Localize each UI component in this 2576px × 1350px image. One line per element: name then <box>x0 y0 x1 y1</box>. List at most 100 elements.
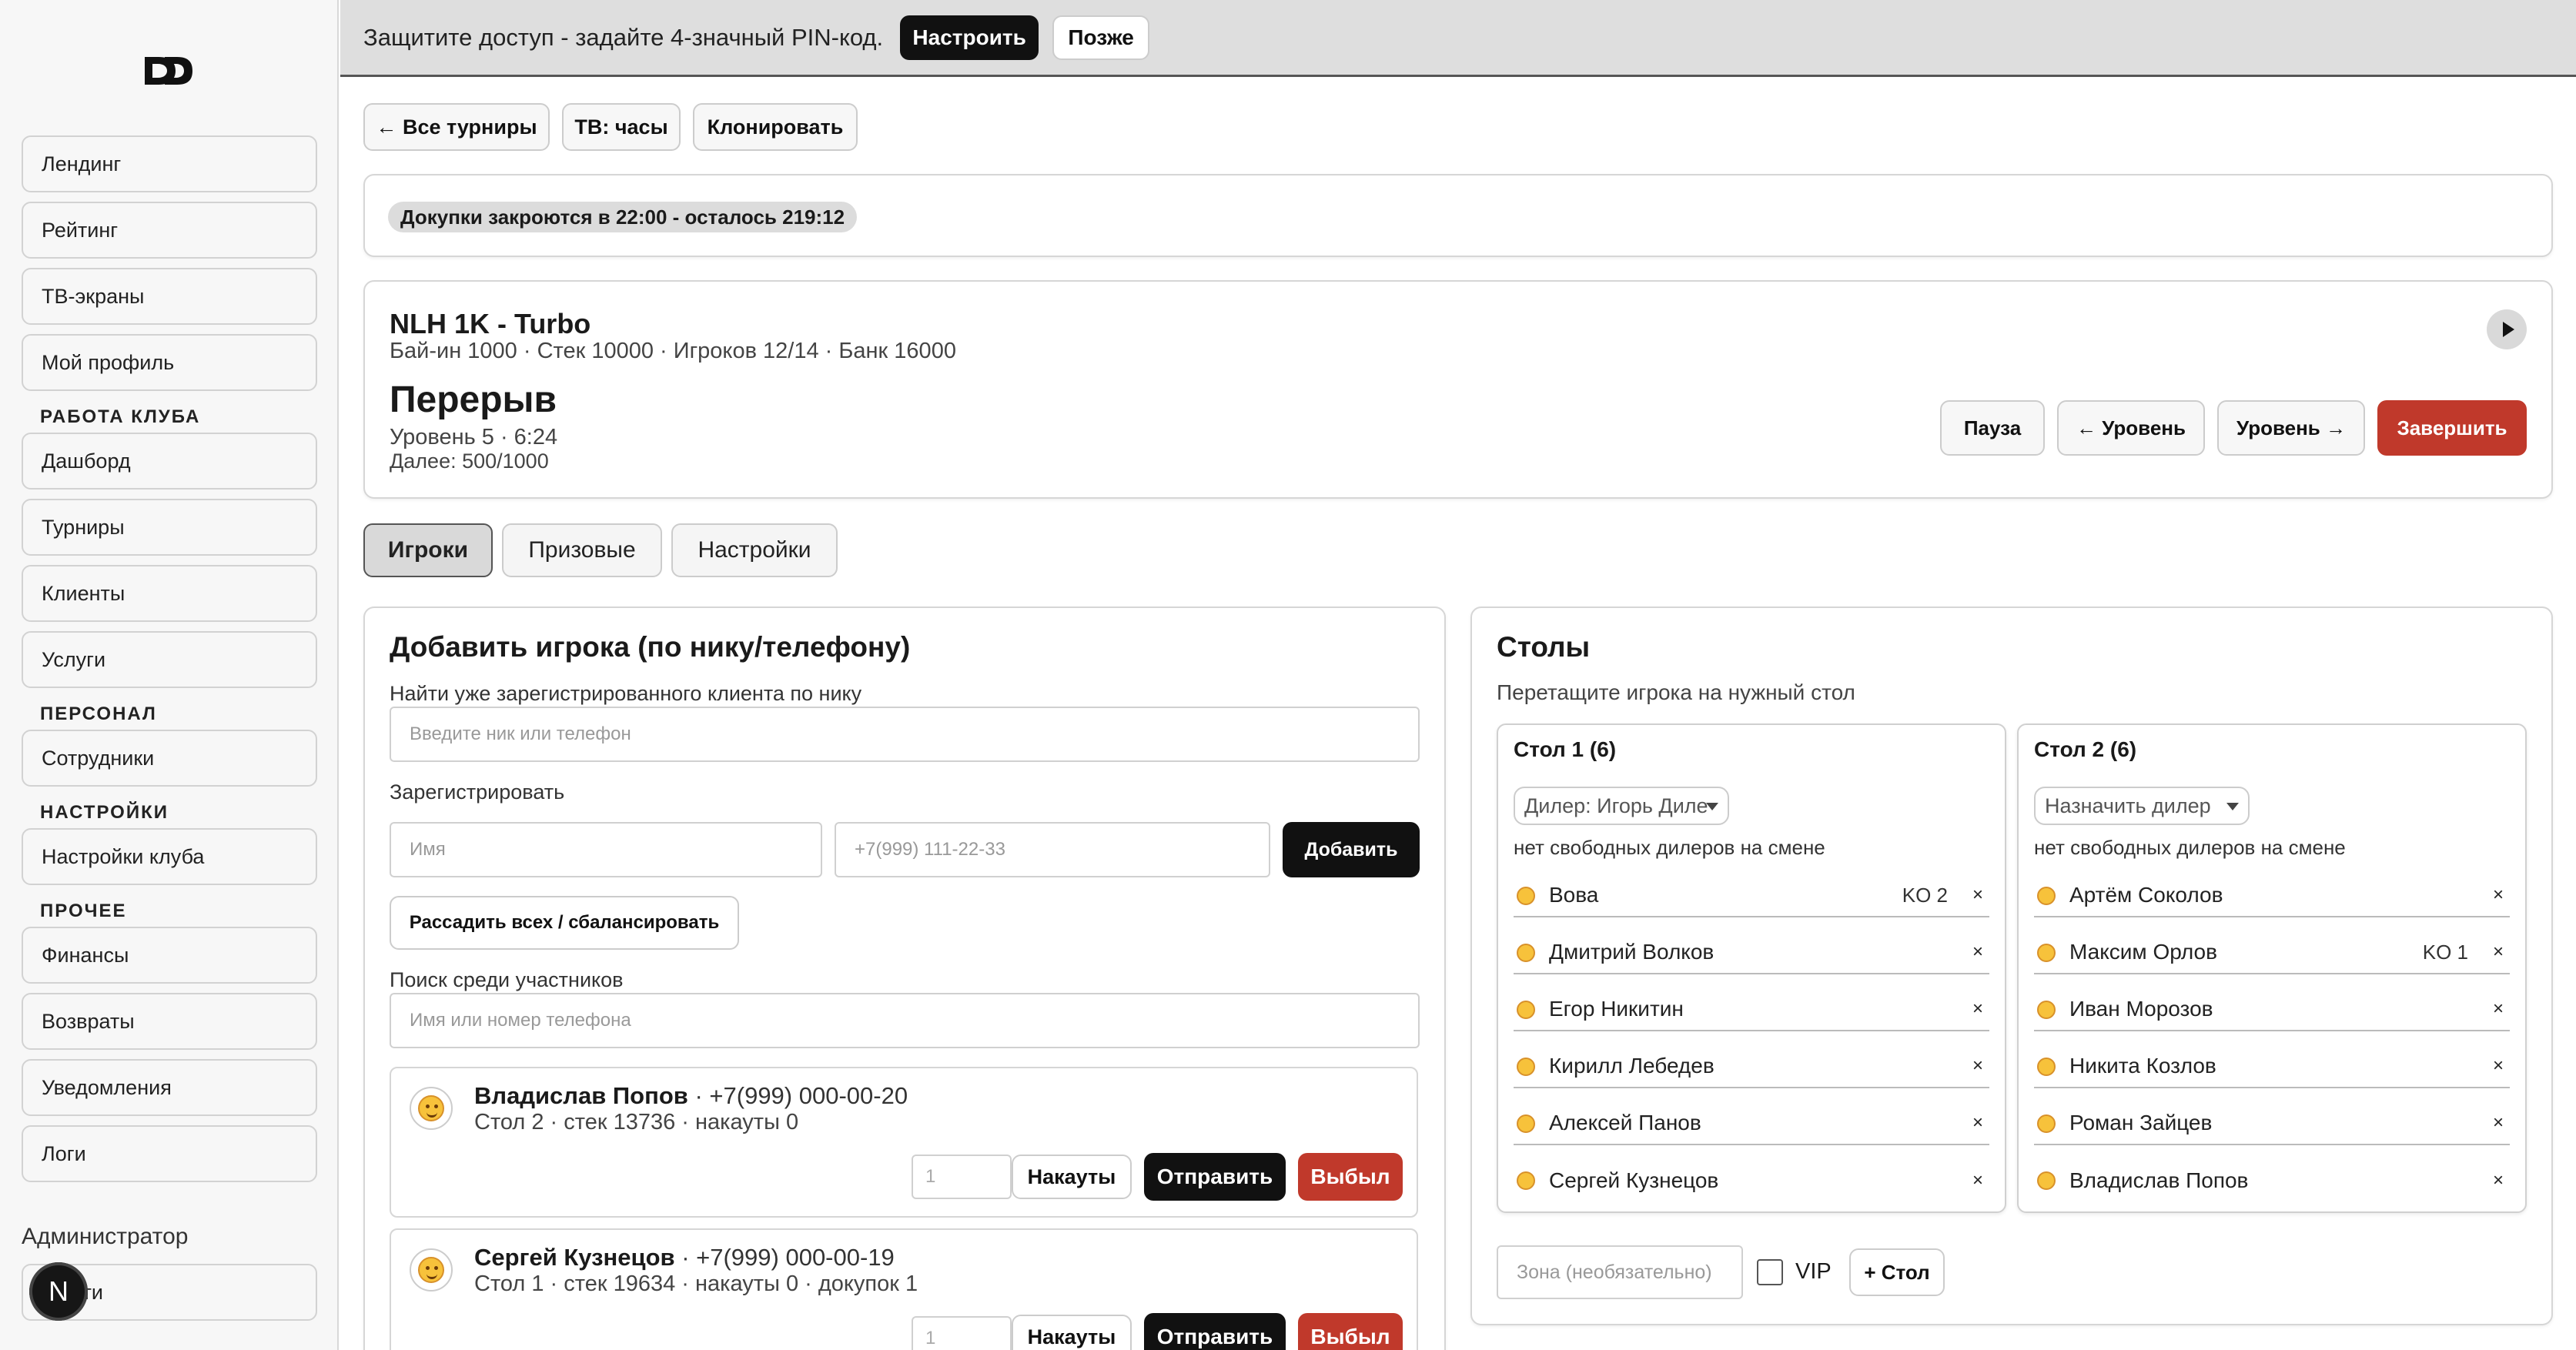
next-level-button[interactable]: Уровень → <box>2217 400 2365 456</box>
smile-icon <box>1517 1171 1535 1190</box>
table-player-name: Сергей Кузнецов <box>1549 1168 1719 1192</box>
pause-button[interactable]: Пауза <box>1940 400 2045 456</box>
sidebar-item-clients[interactable]: Клиенты <box>22 565 317 622</box>
app-root: Лендинг Рейтинг ТВ-экраны Мой профиль РА… <box>0 0 2576 1350</box>
play-icon[interactable] <box>2487 309 2527 349</box>
knockouts-button[interactable]: Накауты <box>1012 1155 1132 1199</box>
send-button[interactable]: Отправить <box>1144 1313 1286 1350</box>
sidebar-item-tv-screens[interactable]: ТВ-экраны <box>22 268 317 325</box>
table-card-1[interactable]: Стол 1 (6) Дилер: Игорь Диле нет свободн… <box>1497 723 2006 1213</box>
tournament-next-level: Далее: 500/1000 <box>390 449 549 473</box>
pin-setup-button[interactable]: Настроить <box>900 15 1039 60</box>
pin-later-button[interactable]: Позже <box>1052 15 1150 60</box>
remove-icon[interactable]: × <box>1972 1055 1983 1077</box>
dealer-select[interactable]: Дилер: Игорь Диле <box>1514 787 1729 825</box>
remove-icon[interactable]: × <box>1972 884 1983 906</box>
rebuy-info-badge: Докупки закроются в 22:00 - осталось 219… <box>388 202 858 232</box>
remove-icon[interactable]: × <box>1972 941 1983 963</box>
table-player-row[interactable]: Егор Никитин × <box>1514 988 1989 1031</box>
logo-icon[interactable] <box>143 54 194 88</box>
tab-players[interactable]: Игроки <box>363 523 493 577</box>
add-table-button[interactable]: + Стол <box>1849 1248 1945 1296</box>
table-player-row[interactable]: Максим Орлов KO 1 × <box>2034 931 2510 974</box>
chevron-down-icon <box>2226 803 2239 810</box>
add-player-button[interactable]: Добавить <box>1283 822 1420 877</box>
prev-level-button[interactable]: ← Уровень <box>2057 400 2205 456</box>
sidebar-item-rating[interactable]: Рейтинг <box>22 202 317 259</box>
avatar[interactable]: N <box>29 1262 88 1321</box>
sidebar-item-finance[interactable]: Финансы <box>22 927 317 984</box>
sidebar-section-staff: ПЕРСОНАЛ <box>40 703 157 724</box>
send-button[interactable]: Отправить <box>1144 1153 1286 1201</box>
remove-icon[interactable]: × <box>1972 998 1983 1020</box>
remove-icon[interactable]: × <box>2493 1055 2504 1077</box>
knockout-qty-input[interactable]: 1 <box>912 1155 1012 1199</box>
player-avatar-smile-icon <box>410 1248 453 1292</box>
role-label: Администратор <box>22 1224 189 1249</box>
tab-prizes[interactable]: Призовые <box>502 523 662 577</box>
remove-icon[interactable]: × <box>1972 1170 1983 1191</box>
knockouts-button[interactable]: Накауты <box>1012 1315 1132 1350</box>
sidebar-item-logs[interactable]: Логи <box>22 1125 317 1182</box>
participant-search-input[interactable]: Имя или номер телефона <box>390 993 1420 1048</box>
table-player-row[interactable]: Артём Соколов × <box>2034 874 2510 917</box>
add-player-title: Добавить игрока (по нику/телефону) <box>390 631 911 663</box>
name-input[interactable]: Имя <box>390 822 822 877</box>
table-count: (6) <box>2109 737 2137 761</box>
sidebar-item-refunds[interactable]: Возвраты <box>22 993 317 1050</box>
vip-checkbox[interactable] <box>1757 1259 1783 1285</box>
find-client-input[interactable]: Введите ник или телефон <box>390 707 1420 762</box>
sidebar-item-notifications[interactable]: Уведомления <box>22 1059 317 1116</box>
remove-icon[interactable]: × <box>2493 884 2504 906</box>
sidebar-item-dashboard[interactable]: Дашборд <box>22 433 317 490</box>
remove-icon[interactable]: × <box>2493 1170 2504 1191</box>
phone-input[interactable]: +7(999) 111-22-33 <box>835 822 1270 877</box>
seat-all-button[interactable]: Рассадить всех / сбалансировать <box>390 896 739 950</box>
player-name: Сергей Кузнецов <box>474 1244 675 1271</box>
tab-settings[interactable]: Настройки <box>671 523 838 577</box>
back-to-tournaments-button[interactable]: ← Все турниры <box>363 103 550 151</box>
clone-button[interactable]: Клонировать <box>693 103 858 151</box>
smile-icon <box>2037 1114 2056 1133</box>
player-name: Владислав Попов <box>474 1082 688 1109</box>
table-player-name: Никита Козлов <box>2069 1054 2216 1078</box>
knockout-qty-input[interactable]: 1 <box>912 1316 1012 1350</box>
tournament-name: NLH 1K - Turbo <box>390 308 591 339</box>
sidebar: Лендинг Рейтинг ТВ-экраны Мой профиль РА… <box>0 0 339 1350</box>
table-name: Стол 2 <box>2034 737 2105 761</box>
player-info: Стол 1 · стек 19634 · накауты 0 · докупо… <box>474 1271 918 1296</box>
remove-icon[interactable]: × <box>2493 1112 2504 1134</box>
sidebar-item-tournaments[interactable]: Турниры <box>22 499 317 556</box>
out-button[interactable]: Выбыл <box>1298 1153 1403 1201</box>
out-button[interactable]: Выбыл <box>1298 1313 1403 1350</box>
dealer-select-value: Дилер: Игорь Диле <box>1524 794 1708 817</box>
sidebar-section-club: РАБОТА КЛУБА <box>40 406 201 427</box>
sidebar-item-employees[interactable]: Сотрудники <box>22 730 317 787</box>
dealer-select[interactable]: Назначить дилер <box>2034 787 2250 825</box>
table-player-row[interactable]: Роман Зайцев × <box>2034 1102 2510 1145</box>
player-title-line: Владислав Попов · +7(999) 000-00-20 <box>474 1082 908 1110</box>
remove-icon[interactable]: × <box>2493 998 2504 1020</box>
zone-input[interactable]: Зона (необязательно) <box>1497 1245 1743 1299</box>
table-player-row[interactable]: Никита Козлов × <box>2034 1045 2510 1088</box>
table-player-row[interactable]: Сергей Кузнецов × <box>1514 1159 1989 1202</box>
table-player-row[interactable]: Дмитрий Волков × <box>1514 931 1989 974</box>
table-player-row[interactable]: Владислав Попов × <box>2034 1159 2510 1202</box>
finish-button[interactable]: Завершить <box>2377 400 2527 456</box>
table-player-row[interactable]: Кирилл Лебедев × <box>1514 1045 1989 1088</box>
remove-icon[interactable]: × <box>2493 941 2504 963</box>
table-player-name: Кирилл Лебедев <box>1549 1054 1715 1078</box>
table-card-2[interactable]: Стол 2 (6) Назначить дилер нет свободных… <box>2017 723 2527 1213</box>
table-player-row[interactable]: Иван Морозов × <box>2034 988 2510 1031</box>
tv-clock-button[interactable]: ТВ: часы <box>562 103 681 151</box>
sidebar-section-settings: НАСТРОЙКИ <box>40 802 169 823</box>
sidebar-item-landing[interactable]: Лендинг <box>22 135 317 192</box>
table-player-row[interactable]: Алексей Панов × <box>1514 1102 1989 1145</box>
table-player-row[interactable]: Вова KO 2 × <box>1514 874 1989 917</box>
remove-icon[interactable]: × <box>1972 1112 1983 1134</box>
sidebar-item-my-profile[interactable]: Мой профиль <box>22 334 317 391</box>
table-title: Стол 2 (6) <box>2034 737 2136 762</box>
sidebar-item-club-settings[interactable]: Настройки клуба <box>22 828 317 885</box>
sidebar-item-services[interactable]: Услуги <box>22 631 317 688</box>
table-count: (6) <box>1589 737 1617 761</box>
